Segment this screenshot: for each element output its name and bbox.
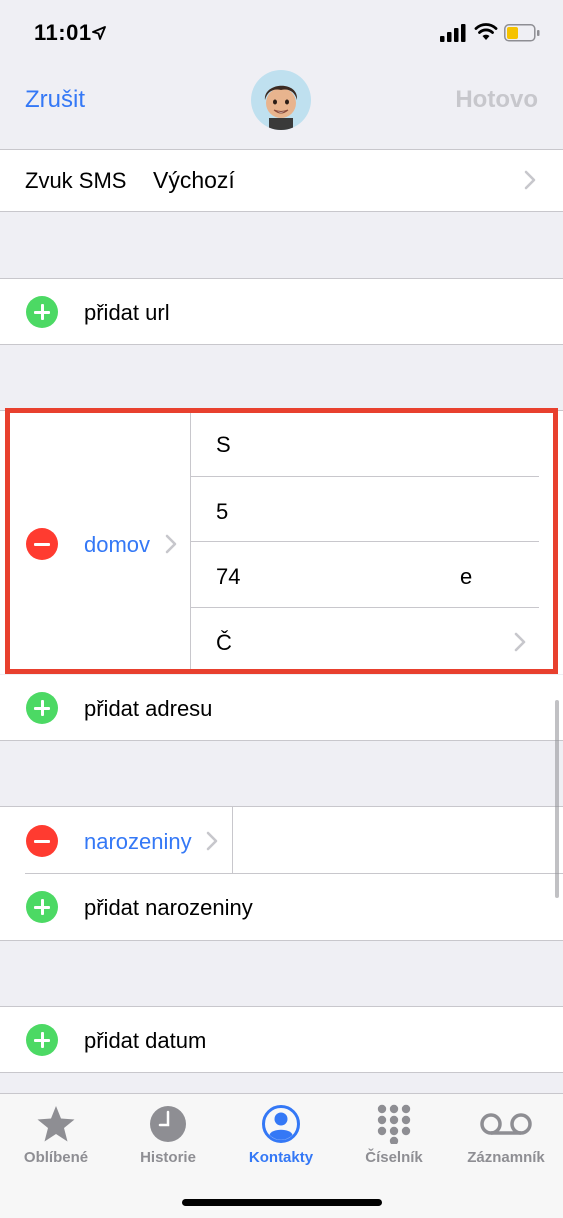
- divider: [0, 344, 563, 345]
- scroll-indicator[interactable]: [555, 700, 559, 898]
- add-birthday-label[interactable]: přidat narozeniny: [84, 895, 253, 921]
- clock-icon: [150, 1106, 186, 1142]
- status-bar: 11:01: [0, 0, 563, 64]
- sms-sound-row[interactable]: Zvuk SMS Výchozí: [0, 150, 563, 211]
- divider: [0, 1072, 563, 1073]
- tab-label: Oblíbené: [23, 1149, 89, 1166]
- tab-label: Historie: [140, 1149, 196, 1166]
- add-icon[interactable]: [26, 296, 58, 328]
- tab-label: Kontakty: [248, 1149, 314, 1166]
- birthday-label[interactable]: narozeniny: [84, 829, 192, 855]
- highlight-box: [5, 408, 558, 674]
- sms-sound-label: Zvuk SMS: [25, 168, 127, 193]
- tab-keypad[interactable]: Číselník: [338, 1094, 450, 1184]
- nav-bar: Zrušit Hotovo: [0, 64, 563, 150]
- add-url-label: přidat url: [84, 300, 170, 325]
- birthday-section: narozeniny přidat narozeniny: [0, 807, 563, 940]
- battery-icon: [504, 24, 540, 42]
- tab-favorites[interactable]: Oblíbené: [0, 1094, 112, 1184]
- divider: [0, 940, 563, 941]
- tab-label: Číselník: [365, 1149, 423, 1166]
- divider: [0, 211, 563, 212]
- status-time: 11:01: [34, 20, 92, 45]
- sms-sound-value: Výchozí: [153, 167, 235, 193]
- avatar[interactable]: [251, 70, 311, 130]
- divider: [0, 740, 563, 741]
- add-icon[interactable]: [26, 891, 58, 923]
- tab-history[interactable]: Historie: [112, 1094, 224, 1184]
- add-url-row[interactable]: přidat url: [0, 279, 563, 344]
- star-icon: [37, 1106, 75, 1142]
- tab-voicemail[interactable]: Záznamník: [450, 1094, 562, 1184]
- divider: [25, 873, 563, 874]
- chevron-right-icon[interactable]: [206, 831, 218, 851]
- voicemail-icon: [480, 1113, 532, 1135]
- add-date-label: přidat datum: [84, 1028, 207, 1053]
- birthday-date-field[interactable]: [233, 807, 563, 873]
- add-address-row[interactable]: přidat adresu: [0, 675, 563, 740]
- cancel-button[interactable]: Zrušit: [25, 86, 85, 114]
- tab-contacts[interactable]: Kontakty: [225, 1094, 337, 1184]
- location-arrow-icon: [92, 26, 106, 40]
- add-icon[interactable]: [26, 1024, 58, 1056]
- memoji-avatar-icon: [264, 85, 298, 130]
- add-address-label: přidat adresu: [84, 696, 213, 721]
- home-indicator[interactable]: [182, 1199, 382, 1206]
- add-icon[interactable]: [26, 692, 58, 724]
- done-button[interactable]: Hotovo: [455, 86, 538, 114]
- add-date-row[interactable]: přidat datum: [0, 1007, 563, 1072]
- cellular-signal-icon: [440, 24, 466, 42]
- person-circle-icon: [262, 1105, 300, 1143]
- wifi-icon: [474, 23, 498, 40]
- tab-label: Záznamník: [467, 1149, 545, 1166]
- remove-icon[interactable]: [26, 825, 58, 857]
- chevron-right-icon: [524, 170, 536, 190]
- keypad-icon: [377, 1104, 411, 1144]
